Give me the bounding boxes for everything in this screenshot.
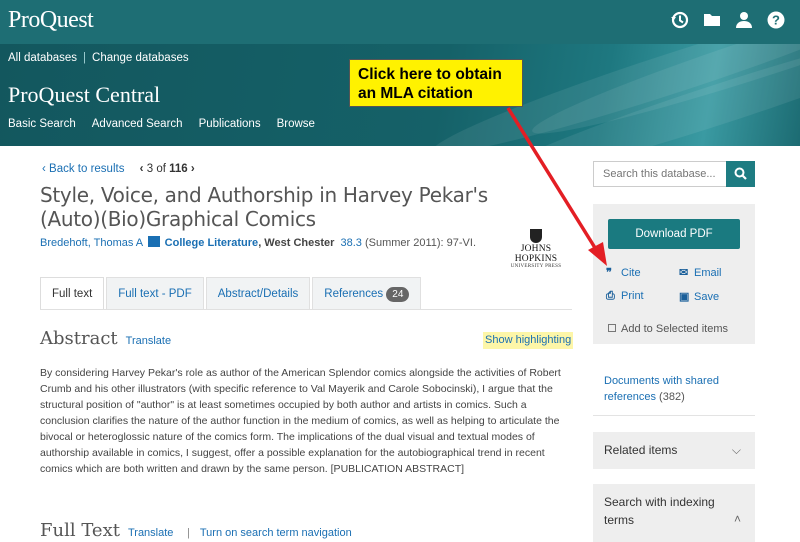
page: ProQuest ? All databases | Change database…: [0, 0, 800, 542]
annotation-arrow: [506, 107, 607, 266]
